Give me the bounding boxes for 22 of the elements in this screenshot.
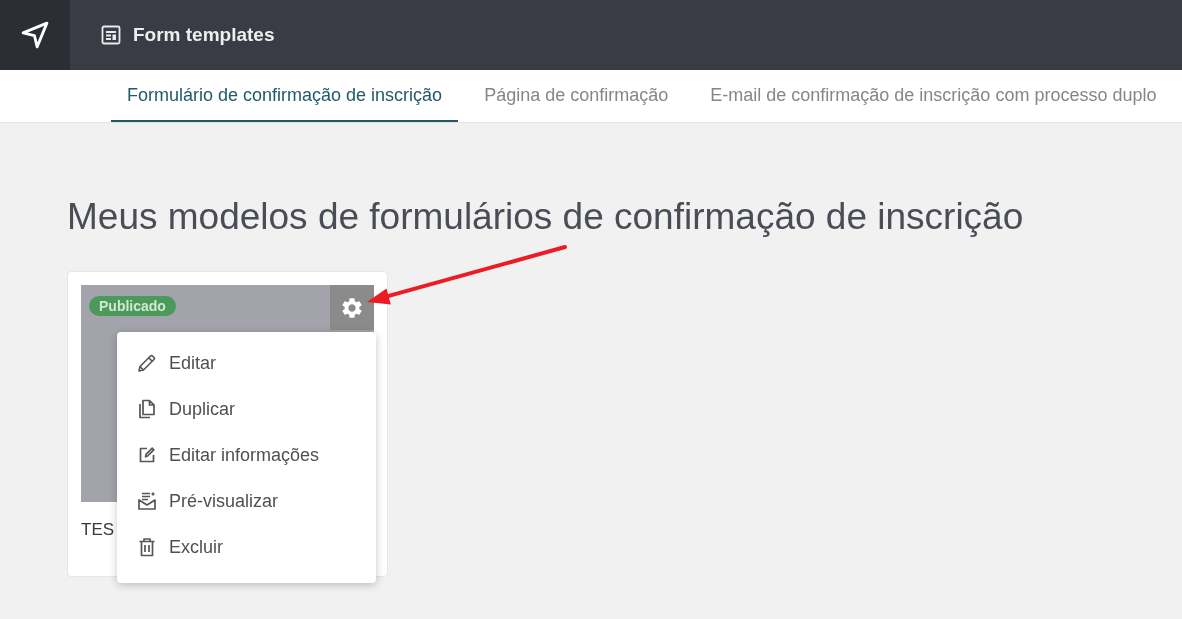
app-title: Form templates (133, 24, 275, 46)
paper-plane-icon (21, 21, 49, 49)
article-icon (101, 25, 121, 45)
settings-button[interactable] (330, 285, 374, 330)
tab[interactable]: E-mail de confirmação de inscrição com processo duplo (694, 70, 1161, 122)
template-title: TES (81, 520, 115, 540)
menu-item[interactable]: Editar (117, 340, 376, 386)
settings-icon (342, 297, 362, 318)
copy-icon (137, 399, 157, 419)
status-badge: Publicado (89, 296, 176, 316)
tray-icon (137, 491, 157, 511)
tab[interactable]: Formulário de confirmação de inscrição (111, 70, 459, 122)
edit-square-icon (137, 445, 157, 465)
menu-item[interactable]: Duplicar (117, 386, 376, 432)
menu-item[interactable]: Excluir (117, 524, 376, 570)
tab[interactable]: Página de confirmação (468, 70, 685, 122)
menu-item[interactable]: Editar informações (117, 432, 376, 478)
trash-icon (137, 537, 157, 557)
pencil-icon (137, 353, 157, 373)
home-button[interactable] (0, 0, 70, 70)
page-heading: Meus modelos de formulários de confirmação de inscrição (67, 195, 1025, 239)
menu-item[interactable]: Pré-visualizar (117, 478, 376, 524)
